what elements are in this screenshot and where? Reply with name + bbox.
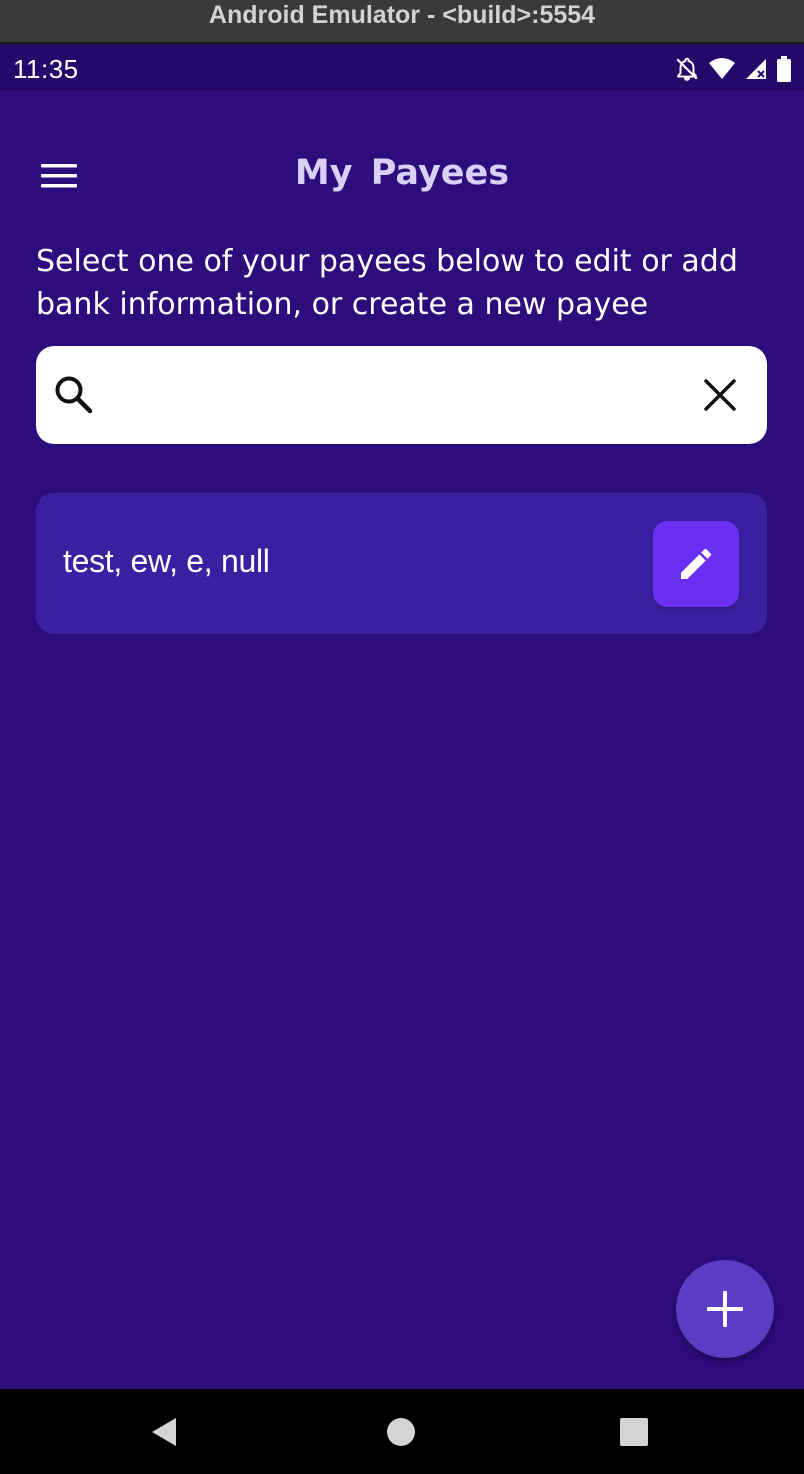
clear-search-button[interactable] — [693, 368, 747, 422]
notifications-off-icon — [674, 56, 700, 87]
emulator-title: Android Emulator - <build>:5554 — [208, 1, 596, 29]
search-icon — [52, 373, 96, 417]
status-icons — [674, 56, 792, 87]
system-navigation-bar — [0, 1389, 804, 1474]
page-subtitle: Select one of your payees below to edit … — [36, 244, 738, 322]
nav-back-button[interactable] — [140, 1407, 190, 1457]
payee-card[interactable]: test, ew, e, null — [36, 493, 767, 634]
close-icon — [704, 379, 736, 411]
add-payee-button[interactable] — [676, 1260, 774, 1358]
status-bar: 11:35 — [0, 44, 804, 91]
recents-square-icon — [620, 1418, 648, 1446]
nav-home-button[interactable] — [376, 1407, 426, 1457]
plus-icon — [707, 1291, 743, 1327]
page-title: My Payees — [294, 153, 510, 193]
payee-name: test, ew, e, null — [63, 543, 270, 579]
wifi-icon — [708, 57, 736, 86]
back-triangle-icon — [152, 1418, 176, 1446]
signal-icon — [744, 57, 768, 86]
home-circle-icon — [387, 1418, 415, 1446]
edit-payee-button[interactable] — [653, 521, 739, 607]
emulator-title-bar: Android Emulator - <build>:5554 — [0, 0, 804, 44]
edit-pencil-icon — [681, 548, 712, 579]
app-screen: Android Emulator - <build>:5554 11:35 My… — [0, 0, 804, 1474]
search-input[interactable] — [114, 366, 678, 426]
nav-recents-button[interactable] — [609, 1407, 659, 1457]
battery-icon — [776, 56, 792, 87]
search-bar — [36, 346, 767, 444]
status-time: 11:35 — [13, 54, 79, 84]
